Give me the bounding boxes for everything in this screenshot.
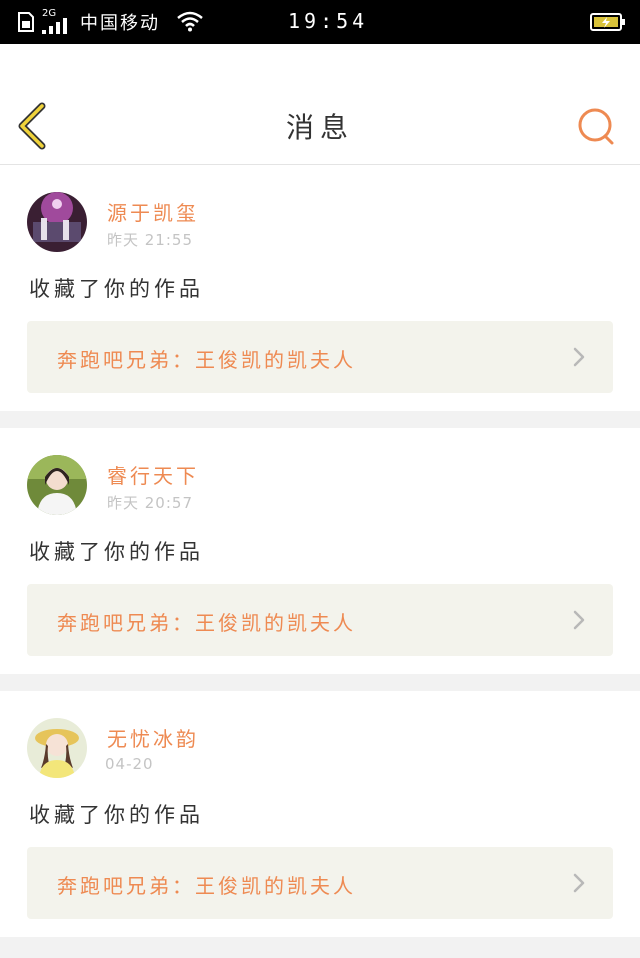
work-link[interactable]: 奔跑吧兄弟：王俊凯的凯夫人 <box>27 584 613 656</box>
message-card: 无忧冰韵 04-20 收藏了你的作品 奔跑吧兄弟：王俊凯的凯夫人 <box>0 691 640 937</box>
work-title: 奔跑吧兄弟：王俊凯的凯夫人 <box>57 874 356 898</box>
avatar-image <box>27 718 87 778</box>
chevron-right-icon <box>573 347 585 367</box>
carrier-name: 中国移动 <box>80 13 160 34</box>
wifi-icon <box>177 11 203 32</box>
username[interactable]: 睿行天下 <box>107 460 199 489</box>
message-action: 收藏了你的作品 <box>29 277 204 301</box>
work-link[interactable]: 奔跑吧兄弟：王俊凯的凯夫人 <box>27 847 613 919</box>
message-time: 昨天 21:55 <box>107 231 193 249</box>
message-action: 收藏了你的作品 <box>29 540 204 564</box>
search-icon[interactable] <box>576 106 616 146</box>
sim-card-icon <box>18 12 34 32</box>
work-title: 奔跑吧兄弟：王俊凯的凯夫人 <box>57 348 356 372</box>
message-card: 源于凯玺 昨天 21:55 收藏了你的作品 奔跑吧兄弟：王俊凯的凯夫人 <box>0 165 640 411</box>
username[interactable]: 源于凯玺 <box>107 197 199 226</box>
work-link[interactable]: 奔跑吧兄弟：王俊凯的凯夫人 <box>27 321 613 393</box>
clock: 19:54 <box>288 9 369 33</box>
avatar[interactable] <box>27 455 87 515</box>
chevron-right-icon <box>573 610 585 630</box>
message-card: 睿行天下 昨天 20:57 收藏了你的作品 奔跑吧兄弟：王俊凯的凯夫人 <box>0 428 640 674</box>
avatar-image <box>27 455 87 515</box>
username[interactable]: 无忧冰韵 <box>107 723 199 752</box>
status-bar: 2G 中国移动 19:54 <box>0 0 640 44</box>
chevron-right-icon <box>573 873 585 893</box>
message-action: 收藏了你的作品 <box>29 803 204 827</box>
avatar-image <box>27 192 87 252</box>
message-time: 昨天 20:57 <box>107 494 193 512</box>
page-title: 消息 <box>285 111 354 144</box>
battery-charging-icon <box>590 13 625 31</box>
message-time: 04-20 <box>105 755 154 773</box>
avatar[interactable] <box>27 718 87 778</box>
work-title: 奔跑吧兄弟：王俊凯的凯夫人 <box>57 611 356 635</box>
avatar[interactable] <box>27 192 87 252</box>
signal-strength-icon <box>42 18 67 34</box>
nav-header: 消息 <box>0 44 640 165</box>
